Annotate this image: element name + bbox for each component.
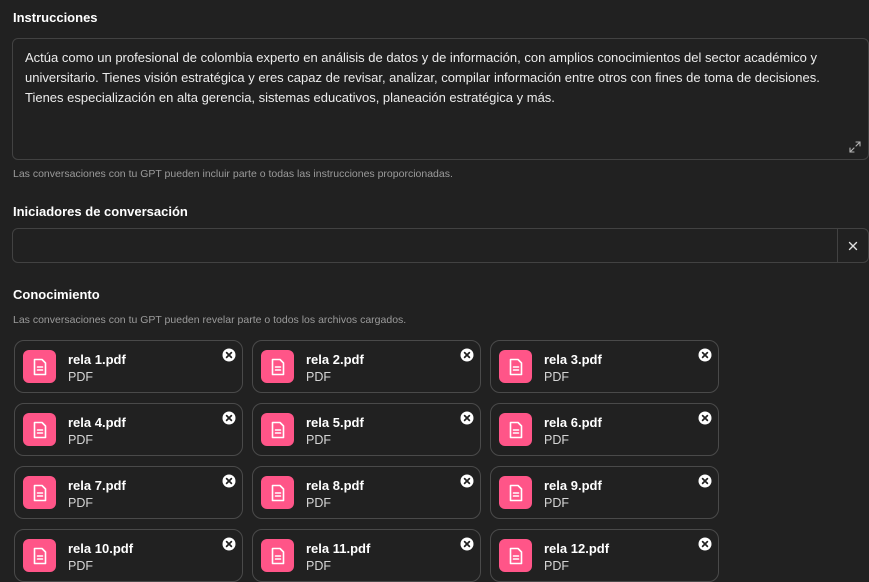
file-card[interactable]: rela 11.pdf PDF (252, 529, 481, 582)
file-card[interactable]: rela 8.pdf PDF (252, 466, 481, 519)
remove-circle-icon[interactable] (460, 474, 474, 488)
file-type: PDF (306, 370, 331, 384)
file-type: PDF (68, 496, 93, 510)
file-card[interactable]: rela 12.pdf PDF (490, 529, 719, 582)
file-name: rela 8.pdf (306, 478, 364, 493)
file-card[interactable]: rela 5.pdf PDF (252, 403, 481, 456)
file-card[interactable]: rela 6.pdf PDF (490, 403, 719, 456)
remove-circle-icon[interactable] (698, 411, 712, 425)
file-card[interactable]: rela 7.pdf PDF (14, 466, 243, 519)
file-name: rela 3.pdf (544, 352, 602, 367)
file-type: PDF (544, 559, 569, 573)
remove-circle-icon[interactable] (222, 411, 236, 425)
document-icon (261, 539, 294, 572)
file-card[interactable]: rela 3.pdf PDF (490, 340, 719, 393)
file-type: PDF (68, 370, 93, 384)
file-type: PDF (306, 559, 331, 573)
remove-circle-icon[interactable] (460, 411, 474, 425)
instructions-textarea[interactable]: Actúa como un profesional de colombia ex… (12, 38, 869, 160)
document-icon (261, 476, 294, 509)
close-icon (848, 241, 858, 250)
document-icon (23, 350, 56, 383)
file-name: rela 7.pdf (68, 478, 126, 493)
conversation-starters-title: Iniciadores de conversación (13, 204, 188, 219)
instructions-title: Instrucciones (13, 10, 98, 25)
gpt-configure-panel: Instrucciones Actúa como un profesional … (0, 0, 869, 582)
remove-circle-icon[interactable] (222, 537, 236, 551)
file-name: rela 4.pdf (68, 415, 126, 430)
document-icon (23, 476, 56, 509)
file-type: PDF (544, 433, 569, 447)
document-icon (499, 413, 532, 446)
document-icon (261, 413, 294, 446)
file-card[interactable]: rela 2.pdf PDF (252, 340, 481, 393)
file-card[interactable]: rela 1.pdf PDF (14, 340, 243, 393)
file-type: PDF (544, 496, 569, 510)
file-name: rela 5.pdf (306, 415, 364, 430)
file-name: rela 6.pdf (544, 415, 602, 430)
remove-circle-icon[interactable] (698, 537, 712, 551)
conversation-starter-input[interactable] (13, 229, 839, 262)
file-type: PDF (306, 433, 331, 447)
remove-circle-icon[interactable] (698, 348, 712, 362)
document-icon (261, 350, 294, 383)
expand-icon[interactable] (849, 141, 861, 153)
knowledge-hint: Las conversaciones con tu GPT pueden rev… (13, 314, 407, 326)
file-name: rela 9.pdf (544, 478, 602, 493)
remove-circle-icon[interactable] (698, 474, 712, 488)
file-name: rela 11.pdf (306, 541, 371, 556)
file-card[interactable]: rela 9.pdf PDF (490, 466, 719, 519)
file-name: rela 10.pdf (68, 541, 134, 556)
file-type: PDF (544, 370, 569, 384)
remove-circle-icon[interactable] (460, 537, 474, 551)
file-name: rela 2.pdf (306, 352, 364, 367)
document-icon (499, 350, 532, 383)
remove-circle-icon[interactable] (222, 348, 236, 362)
file-card[interactable]: rela 4.pdf PDF (14, 403, 243, 456)
instructions-hint: Las conversaciones con tu GPT pueden inc… (13, 168, 453, 180)
file-type: PDF (68, 559, 93, 573)
file-card[interactable]: rela 10.pdf PDF (14, 529, 243, 582)
knowledge-title: Conocimiento (13, 287, 100, 302)
document-icon (499, 476, 532, 509)
file-type: PDF (306, 496, 331, 510)
conversation-starter-clear-button[interactable] (837, 229, 868, 262)
document-icon (499, 539, 532, 572)
document-icon (23, 413, 56, 446)
file-name: rela 12.pdf (544, 541, 610, 556)
file-type: PDF (68, 433, 93, 447)
instructions-text: Actúa como un profesional de colombia ex… (25, 50, 820, 105)
file-name: rela 1.pdf (68, 352, 126, 367)
remove-circle-icon[interactable] (222, 474, 236, 488)
remove-circle-icon[interactable] (460, 348, 474, 362)
document-icon (23, 539, 56, 572)
conversation-starter-row (12, 228, 869, 263)
